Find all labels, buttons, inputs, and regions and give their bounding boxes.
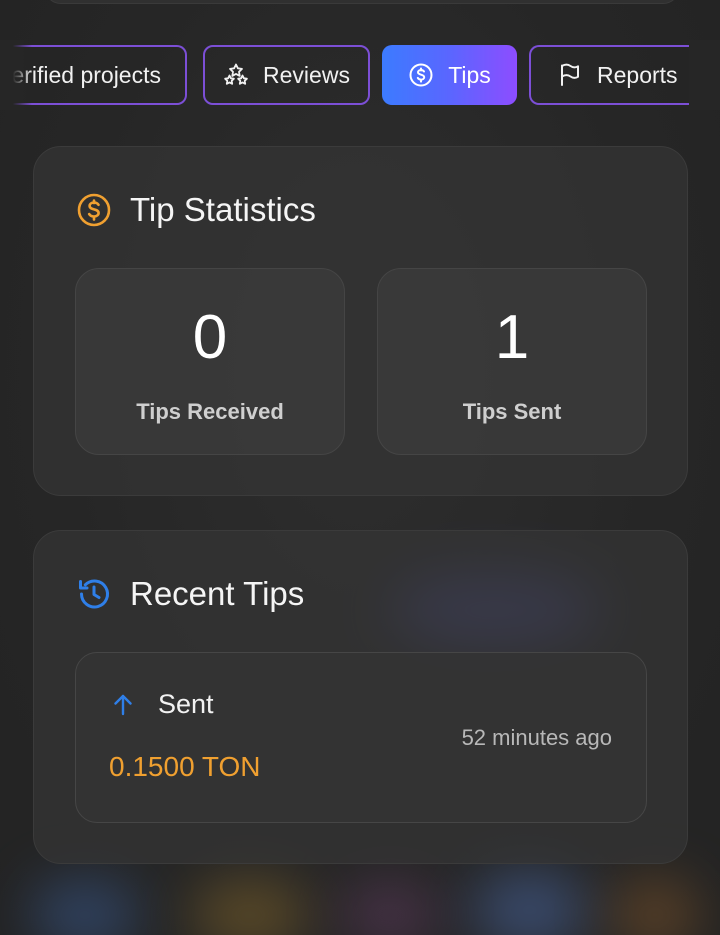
tips-received-label: Tips Received xyxy=(136,399,284,424)
tab-reports[interactable]: Reports xyxy=(529,45,689,105)
tip-statistics-card: Tip Statistics 0 Tips Received 1 Tips Se… xyxy=(33,146,688,496)
tab-label: erified projects xyxy=(11,61,161,88)
dollar-coin-icon xyxy=(76,192,112,228)
tab-scroll-fade xyxy=(0,40,32,110)
dollar-coin-icon xyxy=(408,62,434,88)
card-title: Recent Tips xyxy=(130,575,305,612)
tips-sent-label: Tips Sent xyxy=(462,399,562,424)
decorative-glow xyxy=(610,880,700,935)
recent-tips-card: Recent Tips Sent 0.1500 TON 52 minutes a… xyxy=(33,530,688,864)
tab-scroll-edge xyxy=(689,40,720,110)
tab-tips[interactable]: Tips xyxy=(382,45,517,105)
flag-icon xyxy=(557,62,583,88)
tips-received-value: 0 xyxy=(192,303,228,372)
decorative-glow xyxy=(30,880,140,935)
decorative-glow xyxy=(470,870,590,935)
tab-label: Reviews xyxy=(263,61,350,88)
tab-reviews[interactable]: Reviews xyxy=(203,45,370,105)
tab-bar: erified projects Reviews Tips Reports xyxy=(0,45,720,105)
tip-direction-label: Sent xyxy=(158,689,214,719)
tab-label: Reports xyxy=(597,61,678,88)
tip-statistics-header: Tip Statistics xyxy=(76,191,316,229)
tip-timestamp: 52 minutes ago xyxy=(461,725,612,750)
decorative-glow xyxy=(340,885,440,935)
tab-label: Tips xyxy=(448,61,491,88)
page: erified projects Reviews Tips Reports Ti… xyxy=(0,0,720,935)
tips-sent-stat: 1 Tips Sent xyxy=(377,268,647,455)
card-title: Tip Statistics xyxy=(130,191,316,228)
tip-direction: Sent xyxy=(110,689,214,720)
top-panel-edge xyxy=(44,0,680,4)
decorative-glow xyxy=(190,880,310,935)
tip-amount: 0.1500 TON xyxy=(109,751,261,782)
history-icon xyxy=(76,576,112,612)
arrow-up-icon xyxy=(110,692,136,718)
list-item[interactable]: Sent 0.1500 TON 52 minutes ago xyxy=(75,652,647,823)
recent-tips-header: Recent Tips xyxy=(76,575,304,613)
stars-icon xyxy=(223,62,249,88)
tips-sent-value: 1 xyxy=(494,303,530,372)
tips-received-stat: 0 Tips Received xyxy=(75,268,345,455)
